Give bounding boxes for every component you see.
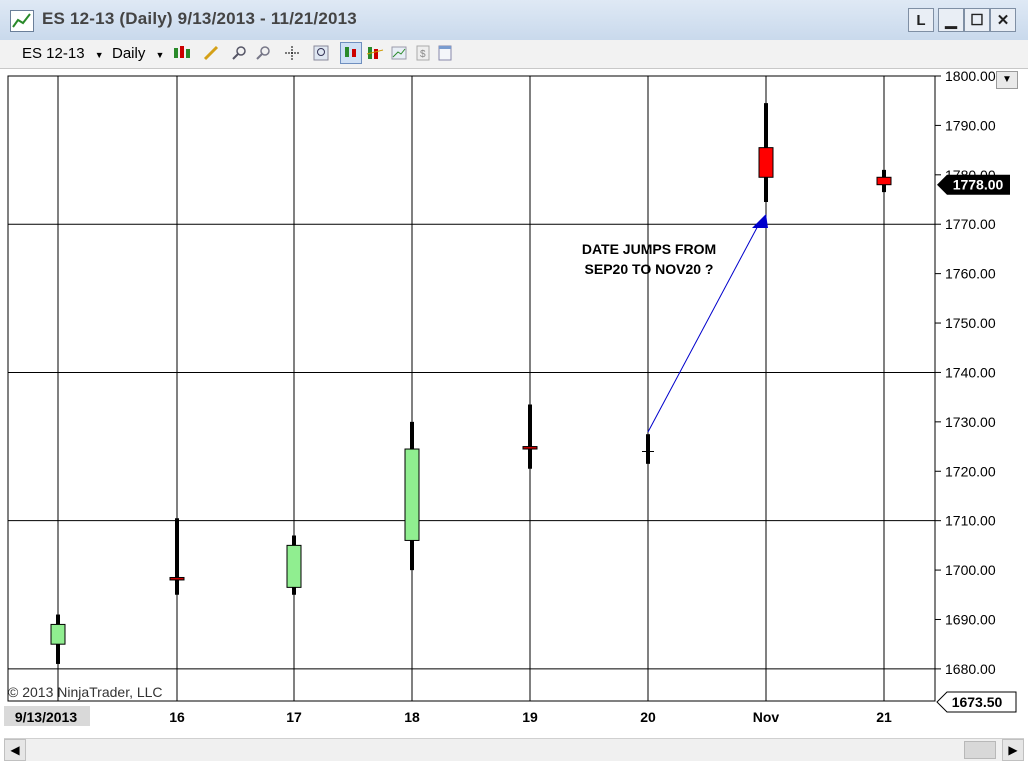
candle-body <box>758 147 774 178</box>
scroll-thumb[interactable] <box>964 741 996 759</box>
x-tick-label: 16 <box>169 709 185 725</box>
chevron-down-icon: ▼ <box>1002 74 1012 85</box>
y-tick-label: 1690.00 <box>945 611 996 627</box>
interval-label: Daily <box>112 45 146 62</box>
y-tick-label: 1740.00 <box>945 364 996 380</box>
y-tick-label: 1700.00 <box>945 562 996 578</box>
price-chart[interactable]: 1680.00 1690.00 1700.00 1710.00 1720.00 1730.… <box>0 68 1028 736</box>
candle-body <box>50 623 66 645</box>
candle-body <box>169 576 185 581</box>
candle-body <box>286 544 302 588</box>
candle-body <box>404 448 420 541</box>
zoom-in-icon[interactable] <box>230 44 248 62</box>
scroll-left-button[interactable]: ◀ <box>4 739 26 761</box>
window-title: ES 12-13 (Daily) 9/13/2013 - 11/21/2013 <box>42 9 357 28</box>
arrow-left-icon: ◀ <box>10 743 20 757</box>
annotation-line-2: SEP20 TO NOV20 ? <box>585 261 714 277</box>
arrow-right-icon: ▶ <box>1008 743 1018 757</box>
chevron-down-icon: ▼ <box>155 50 165 60</box>
y-tick-label: 1750.00 <box>945 315 996 331</box>
strategy-icon[interactable] <box>390 44 408 62</box>
zoom-out-icon[interactable] <box>254 44 272 62</box>
x-tick-label: 20 <box>640 709 656 725</box>
candle-body <box>522 446 538 450</box>
instrument-label: ES 12-13 <box>22 45 85 62</box>
y-tick-label: 1720.00 <box>945 463 996 479</box>
link-button[interactable]: L <box>908 8 934 32</box>
interval-selector[interactable]: Daily ▼ <box>112 44 164 64</box>
candle-body <box>876 176 892 186</box>
last-price-label: 1778.00 <box>953 177 1004 193</box>
scale-menu-button[interactable]: ▼ <box>996 71 1018 89</box>
x-tick-label: 17 <box>286 709 302 725</box>
horizontal-scrollbar[interactable]: ◀ ▶ <box>4 738 1024 761</box>
properties-icon[interactable] <box>436 44 454 62</box>
plot-frame <box>7 75 936 702</box>
low-price-label: 1673.50 <box>952 694 1003 710</box>
x-tick-label: 9/13/2013 <box>15 709 77 725</box>
maximize-button[interactable]: ☐ <box>964 8 990 32</box>
y-tick-label: 1730.00 <box>945 414 996 430</box>
x-tick-label: 19 <box>522 709 538 725</box>
y-tick-label: 1770.00 <box>945 216 996 232</box>
close-button[interactable]: ✕ <box>990 8 1016 32</box>
chart-area[interactable]: 1680.00 1690.00 1700.00 1710.00 1720.00 1730.… <box>0 68 1028 736</box>
y-tick-label: 1680.00 <box>945 661 996 677</box>
annotation-line-1: DATE JUMPS FROM <box>582 241 716 257</box>
minimize-button[interactable]: ▁ <box>938 8 964 32</box>
y-tick-label: 1710.00 <box>945 513 996 529</box>
y-tick-label: 1800.00 <box>945 68 996 84</box>
bar-type-icon[interactable] <box>172 44 190 62</box>
y-tick-label: 1760.00 <box>945 266 996 282</box>
svg-text:$: $ <box>420 49 426 60</box>
x-tick-label: 18 <box>404 709 420 725</box>
crosshair-icon[interactable] <box>284 44 302 62</box>
dollar-icon[interactable]: $ <box>414 44 432 62</box>
magnifier-icon[interactable] <box>312 44 330 62</box>
chevron-down-icon: ▼ <box>94 50 104 60</box>
indicators-icon[interactable] <box>366 44 384 62</box>
copyright-text: © 2013 NinjaTrader, LLC <box>8 684 163 700</box>
instrument-selector[interactable]: ES 12-13 ▼ <box>22 44 104 64</box>
pencil-draw-icon[interactable] <box>202 44 220 62</box>
chart-toolbar: ES 12-13 ▼ Daily ▼ $ <box>0 40 1028 69</box>
scroll-right-button[interactable]: ▶ <box>1002 739 1024 761</box>
data-box-icon[interactable] <box>340 42 362 64</box>
y-tick-label: 1790.00 <box>945 117 996 133</box>
x-tick-label: Nov <box>753 709 780 725</box>
chart-app-icon <box>10 10 34 32</box>
title-bar: ES 12-13 (Daily) 9/13/2013 - 11/21/2013 … <box>0 0 1028 41</box>
x-tick-label: 21 <box>876 709 892 725</box>
